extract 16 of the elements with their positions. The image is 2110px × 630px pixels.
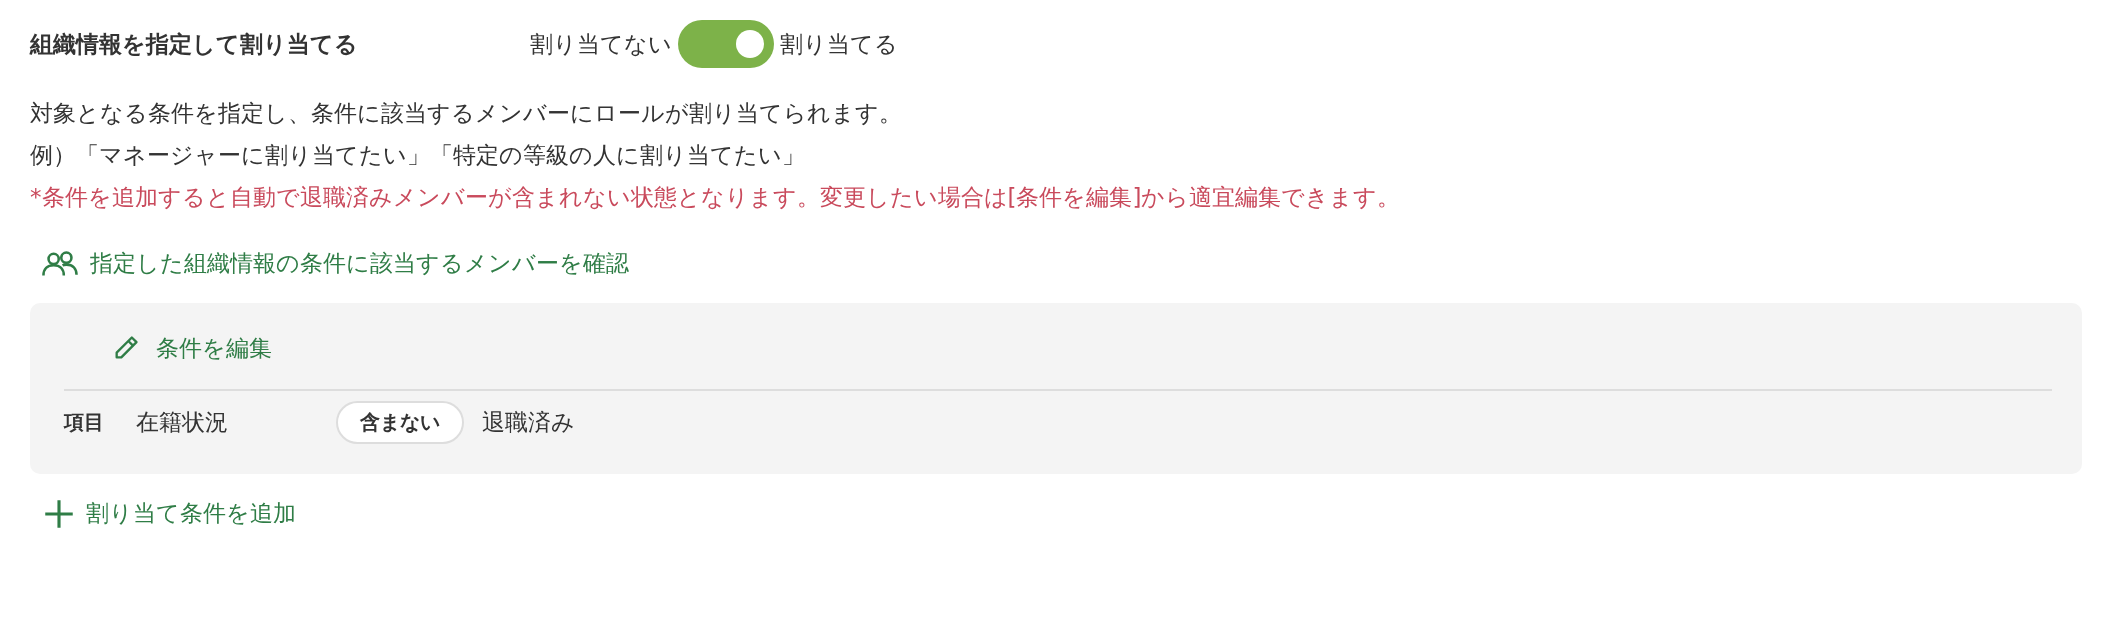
description-text: 対象となる条件を指定し、条件に該当するメンバーにロールが割り当てられます。 [30,99,903,128]
toggle-switch[interactable] [678,20,774,68]
condition-value: 退職済み [482,408,575,437]
item-label: 項目 [64,409,105,436]
operator-tag: 含まない [336,401,464,444]
people-icon [42,249,78,278]
toggle-label: 割り当てない [530,29,672,59]
add-condition-link[interactable]: 割り当て条件を追加 [44,498,296,529]
edit-conditions-link[interactable]: 条件を編集 [108,332,272,364]
section-title: 組織情報を指定して割り当てる [30,29,359,59]
warning-text: *条件を追加すると自動で退職済みメンバーが含まれない状態となります。変更したい場合は[条件を編集]から適宜編集できます。 [30,183,1402,212]
plus-icon [44,498,74,529]
toggle-label: 割り当てる [780,29,898,59]
check-members-link[interactable]: 指定した組織情報の条件に該当するメンバーを確認 [42,248,629,279]
field-name: 在籍状況 [136,408,229,437]
description-text: 例）「マネージャーに割り当てたい」「特定の等級の人に割り当てたい」 [30,141,806,170]
